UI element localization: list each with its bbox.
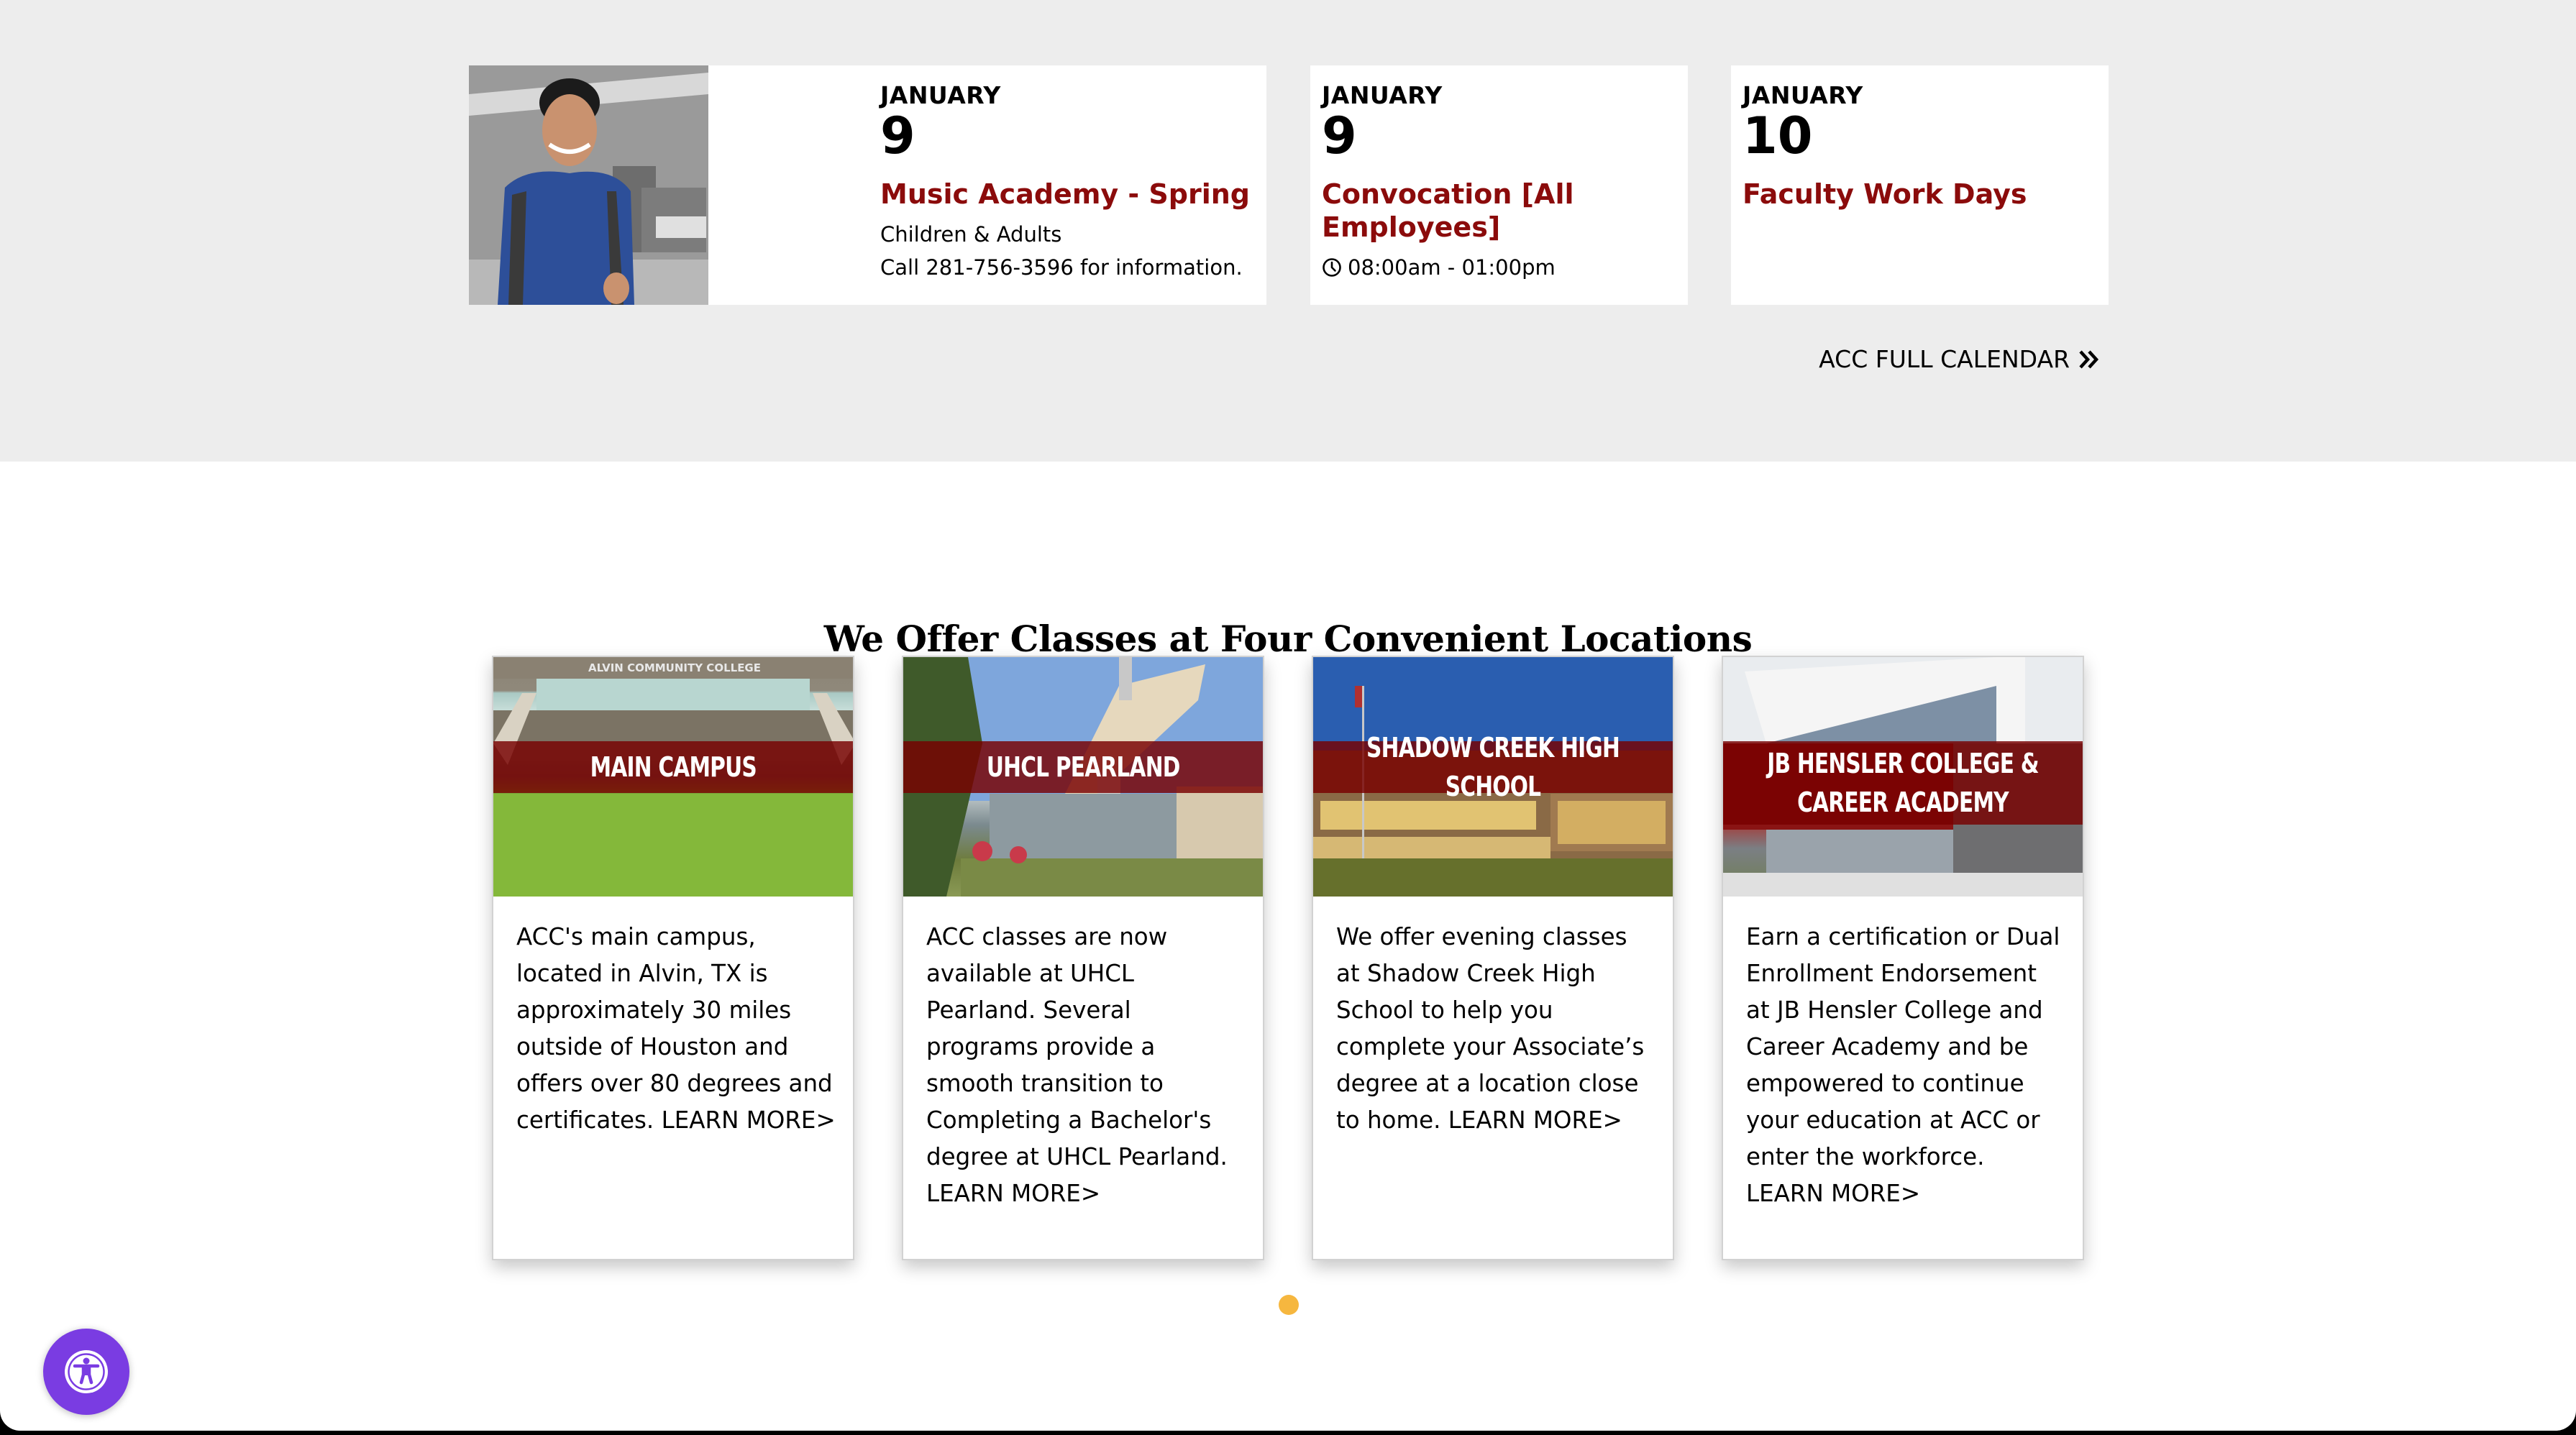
- learn-more-link[interactable]: LEARN MORE>: [1746, 1180, 1920, 1207]
- location-image[interactable]: JB HENSLER COLLEGE & CAREER ACADEMY: [1723, 657, 2083, 897]
- event-details: JANUARY 9 Music Academy - Spring Childre…: [880, 81, 1250, 284]
- building-sign-text: ALVIN COMMUNITY COLLEGE: [588, 661, 761, 674]
- student-photo-icon: [469, 65, 708, 305]
- location-banner: UHCL PEARLAND: [903, 741, 1263, 793]
- full-calendar-link[interactable]: ACC FULL CALENDAR: [1819, 344, 2100, 375]
- location-banner-text: MAIN CAMPUS: [590, 751, 757, 783]
- full-calendar-label: ACC FULL CALENDAR: [1819, 345, 2070, 373]
- location-image[interactable]: UHCL PEARLAND: [903, 657, 1263, 897]
- carousel-dot-active[interactable]: [1279, 1295, 1299, 1315]
- location-card-jb-hensler[interactable]: JB HENSLER COLLEGE & CAREER ACADEMY Earn…: [1722, 656, 2084, 1260]
- browser-viewport: JANUARY 9 Music Academy - Spring Childre…: [0, 0, 2576, 1431]
- event-card[interactable]: JANUARY 9 Convocation [All Employees] 08…: [1310, 65, 1688, 305]
- event-title-link[interactable]: Faculty Work Days: [1743, 178, 2097, 211]
- location-description: ACC's main campus, located in Alvin, TX …: [516, 919, 836, 1139]
- event-title-link[interactable]: Music Academy - Spring: [880, 178, 1250, 211]
- location-description-text: ACC's main campus, located in Alvin, TX …: [516, 923, 833, 1134]
- learn-more-link[interactable]: LEARN MORE>: [1448, 1106, 1622, 1134]
- event-day: 10: [1743, 106, 1813, 165]
- location-banner: MAIN CAMPUS: [493, 741, 853, 793]
- location-banner: SHADOW CREEK HIGH SCHOOL: [1313, 732, 1673, 802]
- event-details: JANUARY 10 Faculty Work Days: [1743, 81, 2097, 211]
- locations-heading: We Offer Classes at Four Convenient Loca…: [823, 617, 1753, 660]
- event-description-line: Call 281-756-3596 for information.: [880, 255, 1243, 280]
- event-photo: [469, 65, 708, 305]
- event-month: JANUARY: [1743, 81, 1863, 109]
- location-description: Earn a certification or Dual Enrollment …: [1746, 919, 2065, 1212]
- event-time-text: 08:00am - 01:00pm: [1348, 255, 1556, 280]
- event-month: JANUARY: [1322, 81, 1443, 109]
- location-banner: JB HENSLER COLLEGE & CAREER ACADEMY: [1723, 741, 2083, 825]
- accessibility-icon: [65, 1350, 108, 1393]
- location-description-text: ACC classes are now available at UHCL Pe…: [926, 923, 1228, 1170]
- location-description-text: Earn a certification or Dual Enrollment …: [1746, 923, 2060, 1170]
- location-card-uhcl-pearland[interactable]: UHCL PEARLAND ACC classes are now availa…: [902, 656, 1264, 1260]
- event-card[interactable]: JANUARY 9 Music Academy - Spring Childre…: [469, 65, 1266, 305]
- clock-icon: [1323, 258, 1341, 277]
- event-title-link[interactable]: Convocation [All Employees]: [1322, 178, 1676, 244]
- location-description-text: We offer evening classes at Shadow Creek…: [1336, 923, 1645, 1134]
- event-day: 9: [1322, 106, 1357, 165]
- accessibility-button[interactable]: [43, 1329, 129, 1415]
- event-description-line: Children & Adults: [880, 222, 1062, 247]
- location-image[interactable]: ALVIN COMMUNITY COLLEGE MAIN CAMPUS: [493, 657, 853, 897]
- location-image[interactable]: SHADOW CREEK HIGH SCHOOL: [1313, 657, 1673, 897]
- event-day: 9: [880, 106, 915, 165]
- location-description: ACC classes are now available at UHCL Pe…: [926, 919, 1246, 1212]
- event-time: 08:00am - 01:00pm: [1322, 251, 1676, 284]
- learn-more-link[interactable]: LEARN MORE>: [662, 1106, 836, 1134]
- location-description: We offer evening classes at Shadow Creek…: [1336, 919, 1655, 1139]
- location-card-shadow-creek[interactable]: SHADOW CREEK HIGH SCHOOL We offer evenin…: [1312, 656, 1674, 1260]
- location-card-main-campus[interactable]: ALVIN COMMUNITY COLLEGE MAIN CAMPUS ACC'…: [492, 656, 854, 1260]
- event-card[interactable]: JANUARY 10 Faculty Work Days: [1731, 65, 2109, 305]
- location-banner-text: JB HENSLER COLLEGE & CAREER ACADEMY: [1767, 748, 2039, 818]
- events-section: JANUARY 9 Music Academy - Spring Childre…: [0, 0, 2576, 462]
- event-details: JANUARY 9 Convocation [All Employees] 08…: [1322, 81, 1676, 284]
- double-chevron-right-icon: [2079, 350, 2099, 369]
- event-description: Children & Adults Call 281-756-3596 for …: [880, 218, 1250, 284]
- learn-more-link[interactable]: LEARN MORE>: [926, 1180, 1100, 1207]
- event-month: JANUARY: [880, 81, 1001, 109]
- location-banner-text: UHCL PEARLAND: [986, 751, 1180, 783]
- location-banner-text: SHADOW CREEK HIGH SCHOOL: [1366, 732, 1620, 802]
